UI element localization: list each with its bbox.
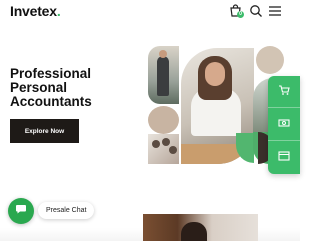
menu-icon[interactable] bbox=[268, 4, 282, 18]
hero-title-line: Accountants bbox=[10, 94, 92, 109]
collage-photo-team bbox=[148, 134, 179, 164]
logo[interactable]: Invetex. bbox=[10, 3, 61, 19]
cart-icon bbox=[278, 83, 290, 101]
section-photo bbox=[143, 214, 258, 241]
floating-action-bar bbox=[268, 76, 300, 174]
collage-photo-standing-person bbox=[148, 46, 179, 104]
search-icon[interactable] bbox=[249, 4, 263, 18]
money-icon bbox=[278, 116, 290, 134]
presale-chat-button[interactable] bbox=[8, 198, 34, 224]
hero-title: Professional Personal Accountants bbox=[10, 67, 140, 109]
chat-bubble-icon bbox=[15, 202, 27, 220]
side-demo-button[interactable] bbox=[268, 142, 300, 174]
explore-now-button[interactable]: Explore Now bbox=[10, 119, 79, 143]
side-cart-button[interactable] bbox=[268, 76, 300, 108]
side-pricing-button[interactable] bbox=[268, 109, 300, 141]
site-header: Invetex. 0 bbox=[0, 0, 300, 24]
collage-shape-circle bbox=[256, 46, 284, 74]
collage-shape-circle bbox=[148, 106, 179, 134]
presale-chat-label[interactable]: Presale Chat bbox=[38, 202, 95, 219]
cart-icon[interactable]: 0 bbox=[229, 4, 244, 18]
browser-window-icon bbox=[278, 149, 290, 167]
hero-title-line: Professional bbox=[10, 66, 92, 81]
cart-count-badge: 0 bbox=[237, 11, 244, 18]
hero-title-line: Personal bbox=[10, 80, 68, 95]
